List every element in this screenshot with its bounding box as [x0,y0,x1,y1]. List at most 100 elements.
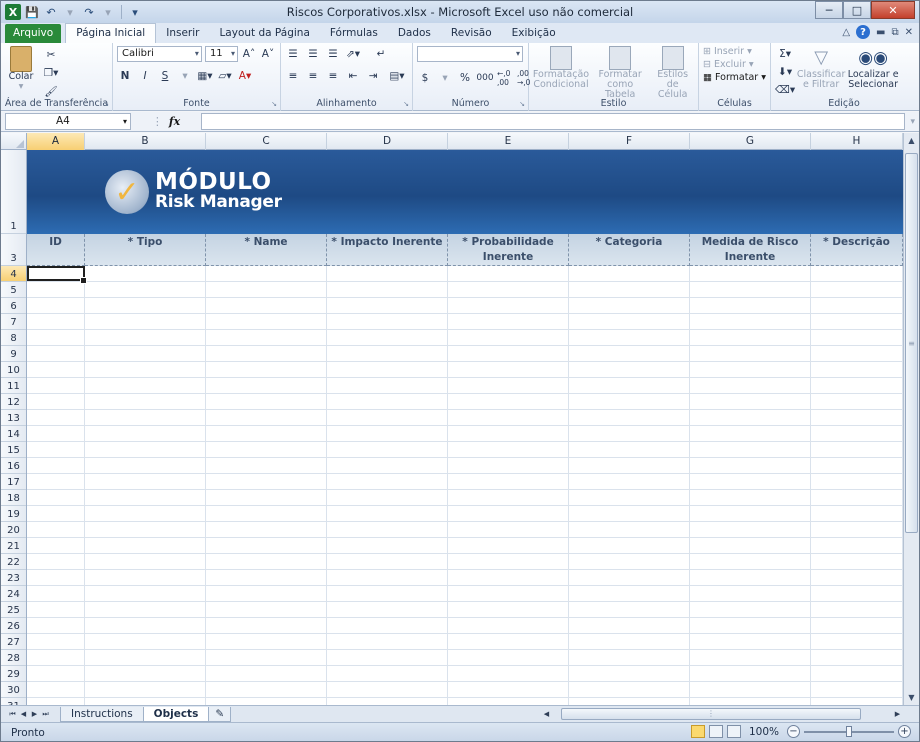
prev-sheet-icon[interactable]: ◀ [18,710,29,718]
grid-cell[interactable] [85,586,206,601]
grid-cell[interactable] [27,570,85,585]
header-cell-h[interactable]: * Descrição [811,234,903,266]
grid-cell[interactable] [569,458,690,473]
grid-cell[interactable] [690,698,811,705]
grid-cell[interactable] [27,586,85,601]
grid-cell[interactable] [206,346,327,361]
grid-cell[interactable] [569,394,690,409]
grid-cell[interactable] [327,394,448,409]
grid-cell[interactable] [690,538,811,553]
grid-cell[interactable] [690,602,811,617]
active-cell[interactable] [27,266,87,284]
grid-cell[interactable] [27,346,85,361]
grid-cell[interactable] [811,570,903,585]
grid-cell[interactable] [327,506,448,521]
increase-indent-icon[interactable]: ⇥ [365,68,381,84]
grid-cell[interactable] [327,490,448,505]
grid-cell[interactable] [811,394,903,409]
grid-cell[interactable] [206,538,327,553]
row-header-22[interactable]: 22 [1,554,26,570]
tab-view[interactable]: Exibição [502,24,566,43]
zoom-slider-knob[interactable] [846,725,852,737]
grid-cell[interactable] [569,522,690,537]
font-name-combo[interactable]: Calibri ▾ [117,46,202,62]
grid-cell[interactable] [690,442,811,457]
chevron-down-icon[interactable]: ▾ [123,114,127,129]
grid-cell[interactable] [448,442,569,457]
grid-cell[interactable] [27,634,85,649]
row-header-21[interactable]: 21 [1,538,26,554]
grid-cell[interactable] [569,490,690,505]
row-header-30[interactable]: 30 [1,682,26,698]
grid-cell[interactable] [690,266,811,281]
column-header-g[interactable]: G [690,133,811,150]
header-cell-d[interactable]: * Impacto Inerente [327,234,448,266]
grid-cell[interactable] [85,346,206,361]
currency-button[interactable]: $ [417,70,433,86]
grid-cell[interactable] [27,442,85,457]
insert-cells-button[interactable]: ⊞ Inserir ▾ [703,46,766,57]
workbook-restore-icon[interactable]: ⧉ [891,27,898,38]
column-header-e[interactable]: E [448,133,569,150]
grid-cell[interactable] [85,490,206,505]
grid-cell[interactable] [690,282,811,297]
grid-cell[interactable] [27,666,85,681]
grid-cell[interactable] [811,362,903,377]
grid-cell[interactable] [27,490,85,505]
next-sheet-icon[interactable]: ▶ [29,710,40,718]
grid-cell[interactable] [569,602,690,617]
grid-cell[interactable] [448,698,569,705]
grid-cell[interactable] [327,362,448,377]
grid-cell[interactable] [327,426,448,441]
number-format-combo[interactable]: ▾ [417,46,523,62]
grid-cell[interactable] [811,282,903,297]
align-bottom-icon[interactable]: ☰ [325,46,341,62]
grid-cell[interactable] [85,410,206,425]
grid-cell[interactable] [569,410,690,425]
grid-cell[interactable] [690,666,811,681]
grid-cell[interactable] [448,314,569,329]
chevron-down-icon[interactable]: ▾ [231,47,235,61]
grid-cell[interactable] [811,378,903,393]
grid-cell[interactable] [448,378,569,393]
maximize-button[interactable]: □ [843,1,871,19]
grid-cell[interactable] [811,314,903,329]
row-header-13[interactable]: 13 [1,410,26,426]
grid-cell[interactable] [811,538,903,553]
grid-cell[interactable] [27,506,85,521]
scroll-up-icon[interactable]: ▲ [904,133,919,148]
minimize-button[interactable]: ─ [815,1,843,19]
grid-cell[interactable] [206,314,327,329]
grid-cell[interactable] [327,554,448,569]
grid-cell[interactable] [206,266,327,281]
grid-cell[interactable] [327,410,448,425]
grid-cell[interactable] [327,266,448,281]
increase-decimal-button[interactable]: ←,0 ,00 [497,69,513,87]
column-header-a[interactable]: A [27,133,85,150]
grid-cell[interactable] [27,362,85,377]
grid-cell[interactable] [569,426,690,441]
grid-cell[interactable] [569,474,690,489]
font-size-combo[interactable]: 11 ▾ [204,46,238,62]
help-icon[interactable]: ? [856,25,871,39]
grid-cell[interactable] [27,682,85,697]
row-header-4[interactable]: 4 [1,266,26,282]
grid-cell[interactable] [448,426,569,441]
grid-cell[interactable] [85,314,206,329]
row-header-12[interactable]: 12 [1,394,26,410]
alignment-launcher-icon[interactable]: ↘ [403,100,409,108]
grid-cell[interactable] [206,474,327,489]
save-icon[interactable]: 💾 [24,4,40,20]
grid-cell[interactable] [690,410,811,425]
grid-cell[interactable] [448,346,569,361]
grid-cell[interactable] [448,522,569,537]
grid-cell[interactable] [206,410,327,425]
undo-dropdown-icon[interactable]: ▾ [62,4,78,20]
grid-cell[interactable] [85,618,206,633]
grid-cell[interactable] [327,522,448,537]
grid-cell[interactable] [448,538,569,553]
grid-cell[interactable] [811,266,903,281]
grid-cell[interactable] [569,666,690,681]
grid-cell[interactable] [206,426,327,441]
normal-view-icon[interactable] [690,725,705,738]
